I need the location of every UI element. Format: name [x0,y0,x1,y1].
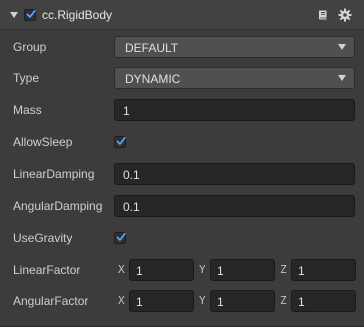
component-title: cc.RigidBody [42,8,113,22]
check-icon [116,136,126,145]
group-label: Group [13,40,47,54]
angular-factor-x-label: X [118,294,125,307]
angular-damping-input[interactable]: 0.1 [114,195,355,217]
component-enabled-checkbox[interactable] [24,9,36,21]
type-select[interactable]: DYNAMIC [114,67,355,89]
mass-value: 1 [123,104,130,118]
angular-damping-value: 0.1 [123,200,140,214]
allow-sleep-row: AllowSleep [0,126,364,158]
linear-factor-x-input[interactable]: 1 [129,259,194,281]
use-gravity-checkbox[interactable] [114,232,126,244]
angular-factor-z-input[interactable]: 1 [291,290,356,312]
linear-factor-z-input[interactable]: 1 [291,259,356,281]
check-icon [116,232,126,241]
group-row: Group DEFAULT [0,31,364,63]
allow-sleep-label: AllowSleep [13,135,73,149]
linear-factor-x-label: X [118,263,125,276]
angular-factor-y-input[interactable]: 1 [210,290,275,312]
angular-factor-y-value: 1 [217,295,224,309]
group-value: DEFAULT [125,41,179,55]
linear-factor-x-value: 1 [136,264,143,278]
linear-factor-y-input[interactable]: 1 [210,259,275,281]
linear-damping-label: LinearDamping [13,167,95,181]
type-value: DYNAMIC [125,72,181,86]
angular-damping-row: AngularDamping 0.1 [0,190,364,222]
allow-sleep-checkbox[interactable] [114,136,126,148]
rigidbody-component-panel: cc.RigidBody Group DEFAULT Type DYNAMIC … [0,0,364,327]
linear-factor-y-value: 1 [217,264,224,278]
check-icon [26,9,36,18]
angular-factor-row: AngularFactor X 1 Y 1 Z 1 [0,285,364,317]
chevron-down-icon [338,44,346,50]
mass-row: Mass 1 [0,94,364,126]
mass-input[interactable]: 1 [114,99,355,121]
chevron-down-icon [338,75,346,81]
linear-factor-row: LinearFactor X 1 Y 1 Z 1 [0,254,364,286]
type-row: Type DYNAMIC [0,62,364,94]
linear-factor-label: LinearFactor [13,263,81,277]
linear-damping-input[interactable]: 0.1 [114,163,355,185]
linear-factor-y-label: Y [199,263,206,276]
angular-factor-z-label: Z [280,294,287,307]
angular-damping-label: AngularDamping [13,199,103,213]
type-label: Type [13,71,40,85]
linear-damping-value: 0.1 [123,168,140,182]
angular-factor-x-input[interactable]: 1 [129,290,194,312]
group-select[interactable]: DEFAULT [114,36,355,58]
angular-factor-y-label: Y [199,294,206,307]
angular-factor-z-value: 1 [298,295,305,309]
angular-factor-x-value: 1 [136,295,143,309]
component-header[interactable]: cc.RigidBody [0,0,364,30]
fold-icon[interactable] [10,12,18,18]
mass-label: Mass [13,103,42,117]
gear-icon[interactable] [338,8,352,22]
use-gravity-row: UseGravity [0,222,364,254]
use-gravity-label: UseGravity [13,231,73,245]
linear-factor-z-value: 1 [298,264,305,278]
angular-factor-label: AngularFactor [13,294,89,308]
book-icon[interactable] [317,9,329,21]
linear-damping-row: LinearDamping 0.1 [0,158,364,190]
linear-factor-z-label: Z [280,263,287,276]
